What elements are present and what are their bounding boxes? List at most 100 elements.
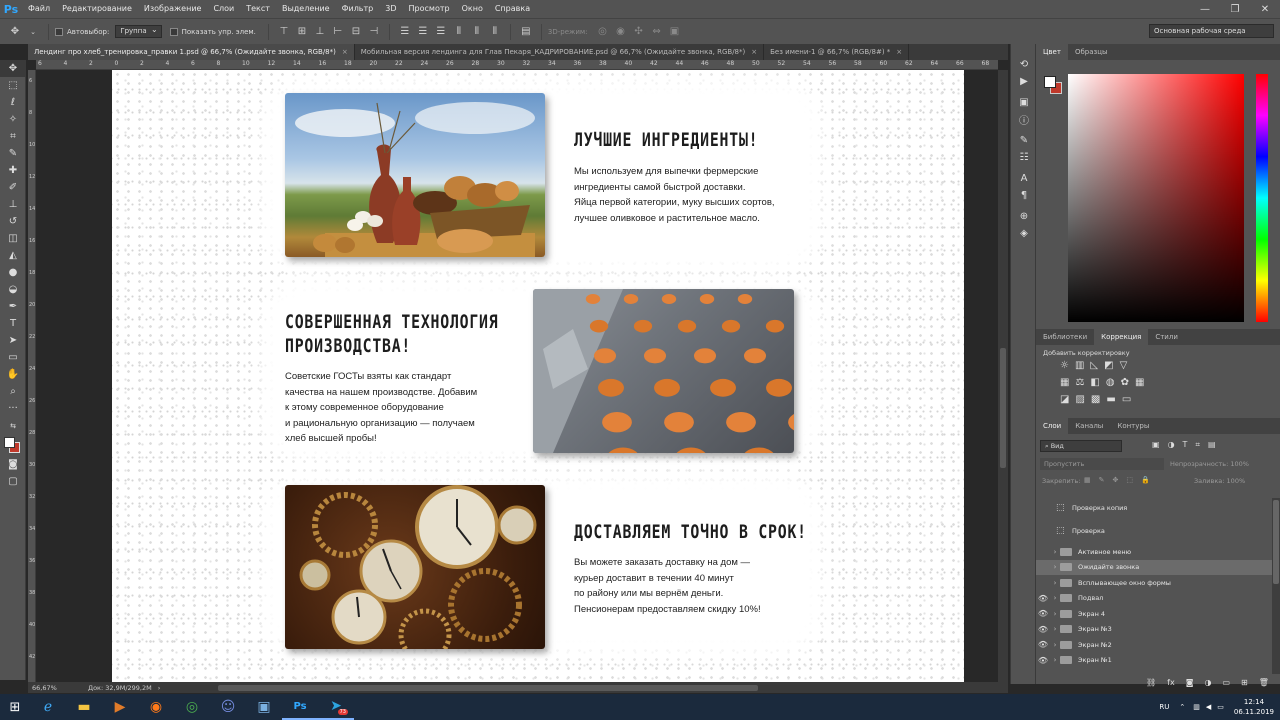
invert-icon[interactable]: ◪: [1060, 394, 1069, 405]
layer-row[interactable]: 👁 › Подвал: [1036, 591, 1272, 606]
tab-swatches[interactable]: Образцы: [1068, 44, 1115, 60]
color-picker-field[interactable]: [1068, 74, 1244, 322]
menu-item-5[interactable]: Выделение: [276, 0, 336, 18]
curves-icon[interactable]: ◺: [1090, 360, 1098, 371]
tab-layers[interactable]: Слои: [1036, 418, 1069, 434]
vertical-scrollbar[interactable]: [998, 70, 1008, 682]
menu-item-7[interactable]: 3D: [379, 0, 402, 18]
expand-chevron-icon[interactable]: ›: [1050, 594, 1060, 602]
add-mask-icon[interactable]: ◙: [1186, 678, 1194, 687]
color-swatches[interactable]: [0, 434, 26, 456]
telegram-icon[interactable]: ➤ 73: [318, 694, 354, 720]
save-disk-icon[interactable]: ▣: [246, 694, 282, 720]
fill-control[interactable]: Заливка: 100%: [1194, 477, 1245, 485]
filter-shape-icon[interactable]: ⌗: [1195, 440, 1200, 450]
menu-item-6[interactable]: Фильтр: [336, 0, 380, 18]
distribute-left-icon[interactable]: ⫴: [452, 25, 466, 39]
history-brush-tool-icon[interactable]: ↺: [0, 213, 26, 230]
filter-type-icon[interactable]: T: [1183, 440, 1188, 450]
close-tab-icon[interactable]: ×: [751, 48, 757, 56]
firefox-icon[interactable]: ◉: [138, 694, 174, 720]
tab-color[interactable]: Цвет: [1036, 44, 1068, 60]
distribute-bottom-icon[interactable]: ☰: [434, 25, 448, 39]
slide-3d-icon[interactable]: ⇔: [650, 25, 664, 39]
posterize-icon[interactable]: ▨: [1075, 394, 1084, 405]
visibility-eye-icon[interactable]: 👁: [1036, 656, 1050, 665]
new-adjustment-icon[interactable]: ◑: [1204, 678, 1211, 687]
layer-row[interactable]: 👁 › Экран №3: [1036, 622, 1272, 637]
crop-tool-icon[interactable]: ⌗: [0, 128, 26, 145]
marquee-tool-icon[interactable]: ⬚: [0, 77, 26, 94]
fx-icon[interactable]: fx: [1167, 678, 1175, 687]
brightness-icon[interactable]: ☼: [1060, 360, 1069, 371]
menu-item-8[interactable]: Просмотр: [403, 0, 456, 18]
eyedropper-tool-icon[interactable]: ✎: [0, 145, 26, 162]
hue-slider[interactable]: [1256, 74, 1268, 322]
distribute-top-icon[interactable]: ☰: [398, 25, 412, 39]
photo-filter-icon[interactable]: ◍: [1106, 377, 1115, 388]
clone-source-icon[interactable]: ⊕: [1011, 208, 1037, 225]
lock-all-icon[interactable]: 🔒: [1141, 476, 1150, 484]
threshold-icon[interactable]: ▩: [1091, 394, 1100, 405]
pan-3d-icon[interactable]: ✣: [632, 25, 646, 39]
document-tab-1[interactable]: Мобильная версия лендинга для Глав Пекар…: [355, 44, 765, 60]
move-tool-icon[interactable]: ✥: [8, 25, 22, 39]
notifications-icon[interactable]: ▭: [1217, 703, 1224, 711]
vibrance-icon[interactable]: ▽: [1120, 360, 1128, 371]
stamp-tool-icon[interactable]: ⊥: [0, 196, 26, 213]
menu-item-0[interactable]: Файл: [22, 0, 56, 18]
align-left-icon[interactable]: ⊢: [331, 25, 345, 39]
exposure-icon[interactable]: ◩: [1104, 360, 1113, 371]
align-bottom-icon[interactable]: ⊥: [313, 25, 327, 39]
swap-colors-icon[interactable]: ⇆: [0, 417, 26, 434]
pen-tool-icon[interactable]: ✒: [0, 298, 26, 315]
layer-row[interactable]: › Активное меню: [1036, 544, 1272, 559]
eraser-tool-icon[interactable]: ◫: [0, 230, 26, 247]
history-icon[interactable]: ⟲: [1011, 56, 1037, 73]
photoshop-task-icon[interactable]: Ps: [282, 694, 318, 720]
tab-channels[interactable]: Каналы: [1068, 418, 1110, 434]
menu-item-9[interactable]: Окно: [456, 0, 489, 18]
layer-row[interactable]: 👁 › Экран 4: [1036, 606, 1272, 621]
menu-item-2[interactable]: Изображение: [138, 0, 208, 18]
status-arrow-icon[interactable]: ›: [158, 684, 161, 692]
paragraph-icon[interactable]: ¶: [1011, 187, 1037, 204]
close-tab-icon[interactable]: ×: [342, 48, 348, 56]
align-hcenter-icon[interactable]: ⊟: [349, 25, 363, 39]
visibility-eye-icon[interactable]: 👁: [1036, 625, 1050, 634]
delete-layer-icon[interactable]: 🗑: [1259, 678, 1269, 687]
roll-3d-icon[interactable]: ◉: [614, 25, 628, 39]
network-icon[interactable]: ▥: [1193, 703, 1200, 711]
align-top-icon[interactable]: ⊤: [277, 25, 291, 39]
filter-smart-icon[interactable]: ▤: [1208, 440, 1216, 450]
tab-paths[interactable]: Контуры: [1110, 418, 1156, 434]
actions-play-icon[interactable]: ▶: [1011, 73, 1037, 90]
layer-row[interactable]: 👁 › Экран №1: [1036, 653, 1272, 668]
scale-3d-icon[interactable]: ▣: [668, 25, 682, 39]
expand-chevron-icon[interactable]: ›: [1050, 610, 1060, 618]
new-layer-icon[interactable]: ⊞: [1241, 678, 1248, 687]
layers-scrollbar[interactable]: [1272, 498, 1280, 674]
show-controls-checkbox[interactable]: [169, 27, 178, 36]
healing-brush-tool-icon[interactable]: ✚: [0, 162, 26, 179]
expand-chevron-icon[interactable]: ›: [1050, 563, 1060, 571]
zoom-tool-icon[interactable]: ⌕: [0, 383, 26, 400]
document-tab-0[interactable]: Лендинг про хлеб_тренировка_правки 1.psd…: [28, 44, 355, 60]
expand-chevron-icon[interactable]: ›: [1050, 579, 1060, 587]
screen-mode-icon[interactable]: ▢: [0, 473, 26, 490]
blur-tool-icon[interactable]: ●: [0, 264, 26, 281]
color-balance-icon[interactable]: ⚖: [1075, 377, 1084, 388]
quick-mask-icon[interactable]: ◙: [0, 456, 26, 473]
distribute-vcenter-icon[interactable]: ☰: [416, 25, 430, 39]
layer-row[interactable]: › Всплывающее окно формы: [1036, 575, 1272, 590]
brush-tool-icon[interactable]: ✐: [0, 179, 26, 196]
ie-icon[interactable]: ℯ: [30, 694, 66, 720]
layer-row[interactable]: 👁 › Экран №2: [1036, 637, 1272, 652]
lock-pixels-icon[interactable]: ▦: [1084, 476, 1091, 484]
menu-item-1[interactable]: Редактирование: [56, 0, 138, 18]
magic-wand-tool-icon[interactable]: ✧: [0, 111, 26, 128]
menu-item-3[interactable]: Слои: [207, 0, 240, 18]
orbit-3d-icon[interactable]: ◎: [596, 25, 610, 39]
document-canvas[interactable]: ЛУЧШИЕ ИНГРЕДИЕНТЫ! Мы используем для вы…: [112, 70, 964, 682]
expand-chevron-icon[interactable]: ›: [1050, 641, 1060, 649]
